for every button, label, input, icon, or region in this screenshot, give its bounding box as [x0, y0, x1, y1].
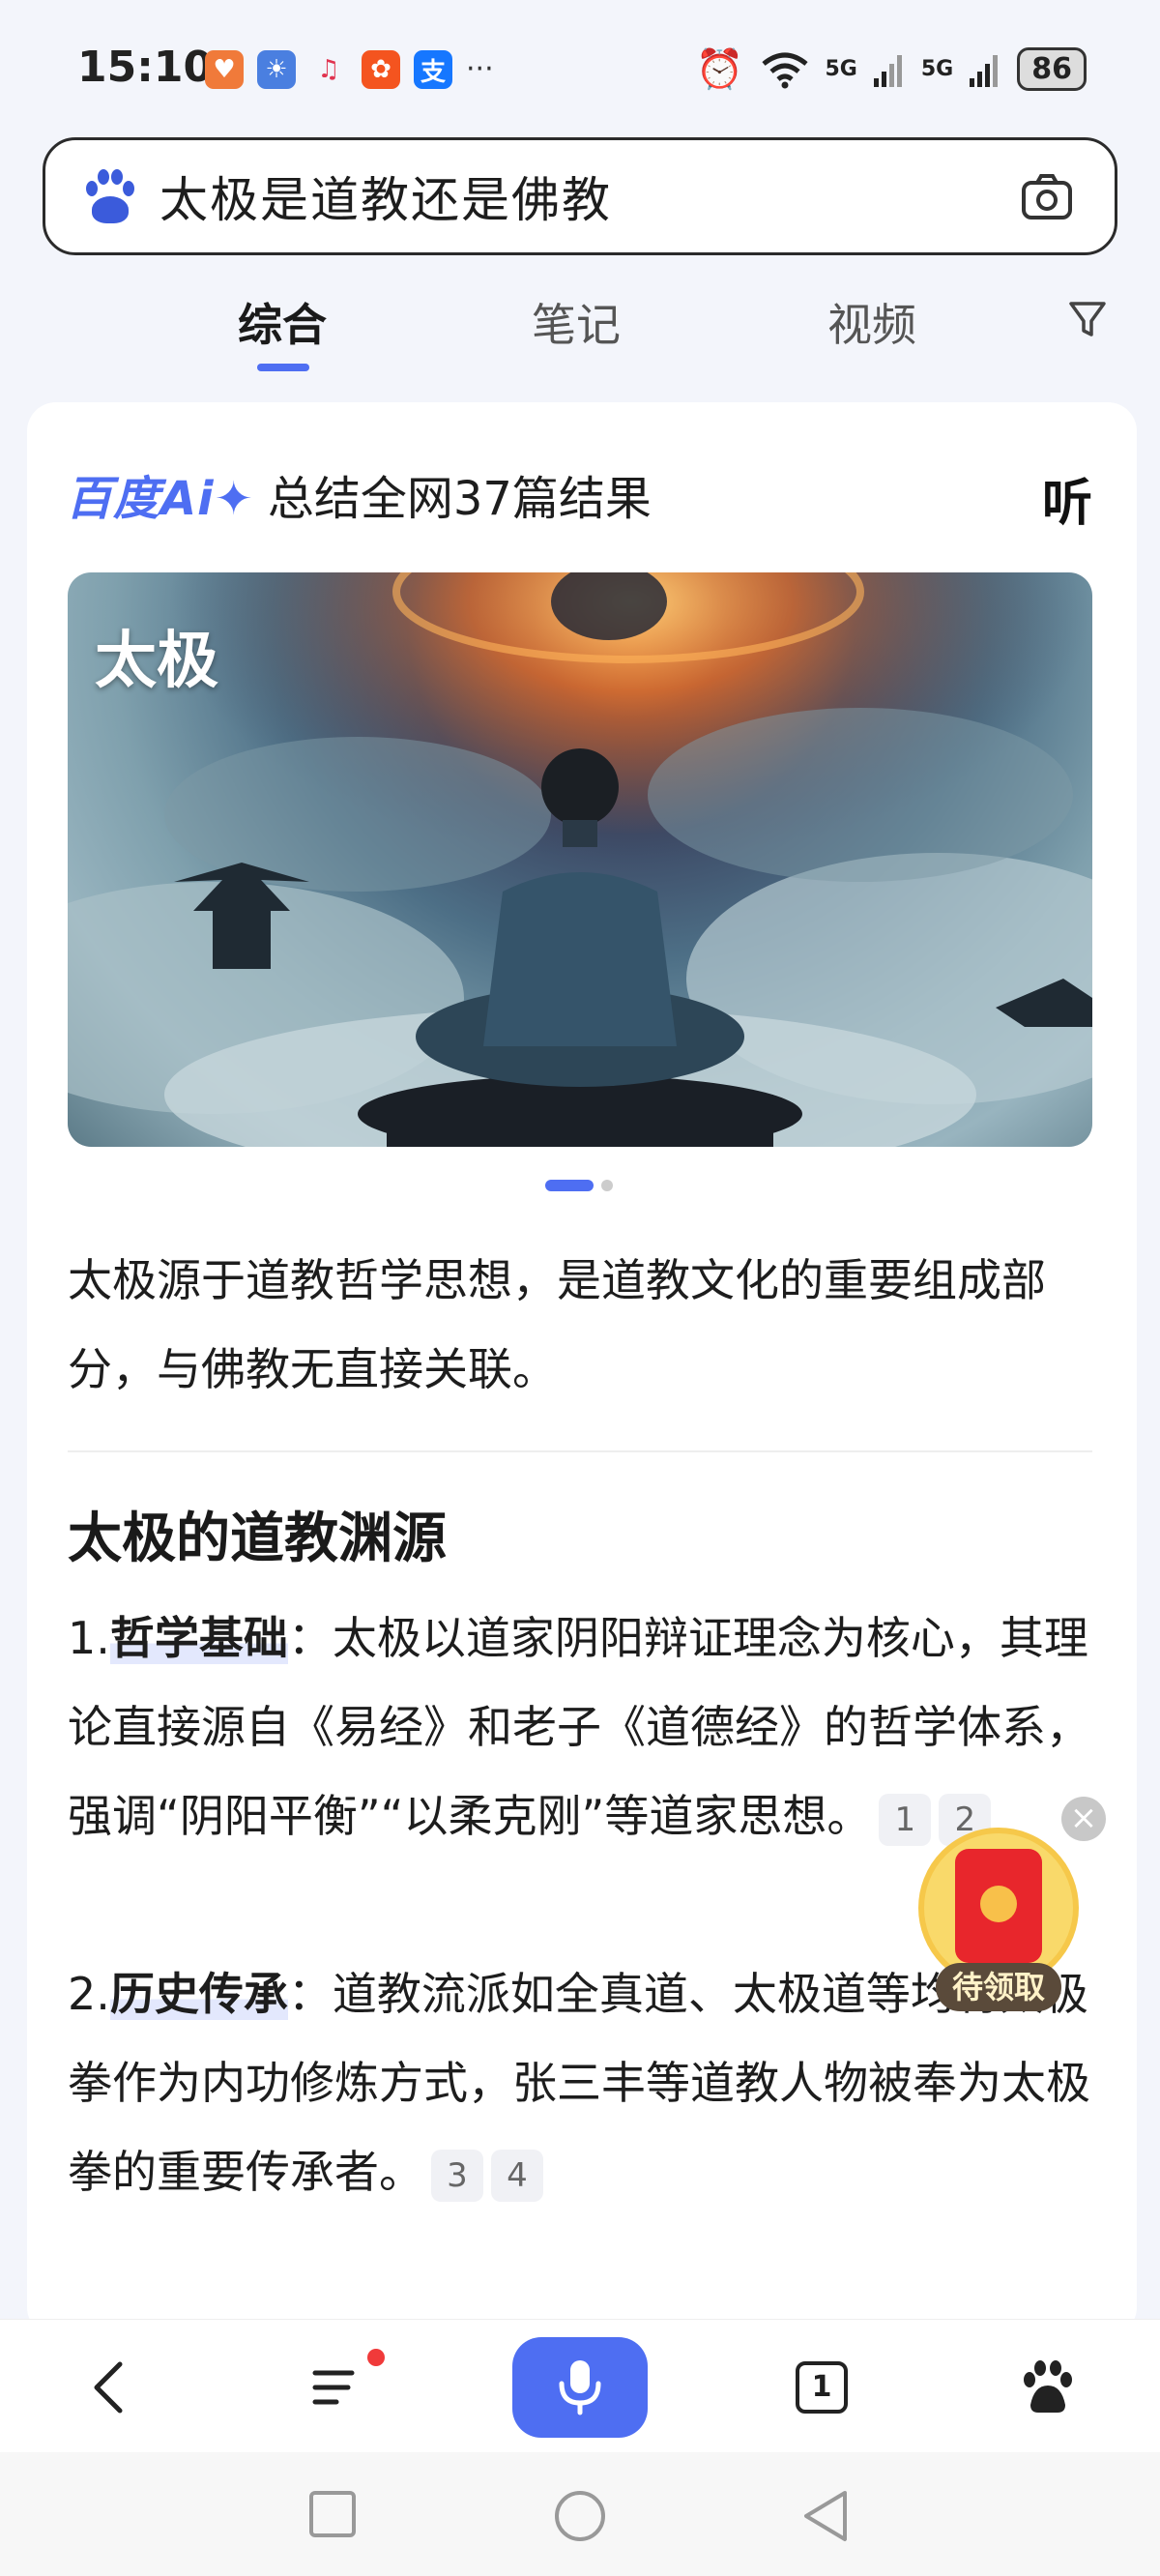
battery-indicator: 86 [1017, 47, 1087, 91]
meditating-figure-illustration [68, 572, 1092, 1147]
hero-image[interactable]: 太极 [68, 572, 1092, 1147]
voice-search-button[interactable] [512, 2337, 648, 2438]
carousel-indicator [545, 1180, 613, 1191]
list-item-keyword[interactable]: 哲学基础 [109, 1612, 288, 1664]
tab-notes[interactable]: 笔记 [532, 290, 621, 354]
system-status: ⏰ 5G 5G 86 [696, 46, 1087, 92]
listen-button[interactable]: 听 [1042, 462, 1092, 535]
ai-summary-label: 总结全网37篇结果 [267, 472, 652, 526]
signal-icon-a [873, 54, 902, 87]
red-packet-widget[interactable]: 待领取 [918, 1828, 1079, 2017]
search-bar[interactable]: 太极是道教还是佛教 [43, 137, 1117, 255]
recent-apps-icon[interactable] [307, 2489, 358, 2539]
baidu-ai-logo: 百度Ai✦ [66, 472, 254, 526]
list-item-number: 2. [68, 1968, 110, 2020]
search-query[interactable]: 太极是道教还是佛教 [160, 161, 612, 231]
chevron-left-icon [94, 2361, 123, 2414]
citation-badge[interactable]: 3 [431, 2149, 483, 2202]
status-bar: 15:10 ♥ ☀ ♫ ✿ 支 ··· ⏰ 5G 5G 86 [0, 0, 1160, 135]
alipay-app-icon: 支 [414, 50, 452, 89]
hero-title: 太极 [95, 626, 218, 697]
menu-button[interactable] [296, 2349, 373, 2426]
taobao-app-icon: ✿ [362, 50, 400, 89]
list-item-keyword[interactable]: 历史传承 [109, 1968, 288, 2020]
tab-count: 1 [796, 2361, 848, 2414]
status-time: 15:10 [77, 43, 214, 92]
section-title: 太极的道教渊源 [68, 1508, 447, 1570]
list-item: 1.哲学基础：太极以道家阴阳辩证理念为核心，其理论直接源自《易经》和老子《道德经… [68, 1594, 1102, 1860]
active-tab-indicator [257, 364, 309, 371]
notification-icons: ♥ ☀ ♫ ✿ 支 ··· [205, 50, 494, 89]
tab-videos[interactable]: 视频 [827, 290, 916, 354]
bottom-toolbar: 1 [0, 2319, 1160, 2452]
ai-answer-card: 百度Ai✦ 总结全网37篇结果 听 太极 太极源于道教哲学思想，是道教文化的重要… [27, 402, 1137, 2336]
shopping-app-icon: ♥ [205, 50, 244, 89]
menu-icon [312, 2370, 355, 2405]
notification-dot [367, 2349, 385, 2366]
signal-icon-b [970, 54, 999, 87]
network-type-a: 5G [825, 57, 857, 81]
network-type-b: 5G [920, 57, 954, 81]
red-packet-label: 待领取 [936, 1963, 1061, 2011]
list-item-number: 1. [68, 1612, 110, 1664]
alarm-icon: ⏰ [695, 47, 744, 92]
red-packet-seal [980, 1886, 1017, 1922]
camera-icon[interactable] [1018, 167, 1076, 225]
baidu-home-button[interactable] [1009, 2349, 1087, 2426]
back-button[interactable] [70, 2349, 147, 2426]
music-app-icon: ♫ [317, 55, 340, 84]
back-nav-icon[interactable] [800, 2489, 851, 2543]
system-navigation-bar [0, 2452, 1160, 2576]
home-icon[interactable] [553, 2489, 607, 2543]
tab-comprehensive[interactable]: 综合 [238, 290, 327, 354]
more-notifications-icon: ··· [466, 52, 494, 86]
result-tabs: 综合 笔记 视频 [0, 280, 1160, 377]
microphone-icon [559, 2360, 601, 2415]
ai-card-header: 百度Ai✦ 总结全网37篇结果 [66, 460, 652, 528]
divider [68, 1450, 1092, 1452]
carousel-dot-active [545, 1180, 594, 1191]
wifi-icon [761, 52, 808, 88]
citation-badge[interactable]: 4 [491, 2149, 543, 2202]
baidu-paw-icon [80, 167, 138, 225]
filter-icon[interactable] [1067, 298, 1108, 340]
tabs-button[interactable]: 1 [783, 2349, 860, 2426]
weather-app-icon: ☀ [257, 50, 296, 89]
ai-answer-text: 太极源于道教哲学思想，是道教文化的重要组成部分，与佛教无直接关联。 [68, 1254, 1046, 1395]
baidu-paw-icon [1024, 2360, 1072, 2413]
carousel-dot [601, 1180, 613, 1191]
